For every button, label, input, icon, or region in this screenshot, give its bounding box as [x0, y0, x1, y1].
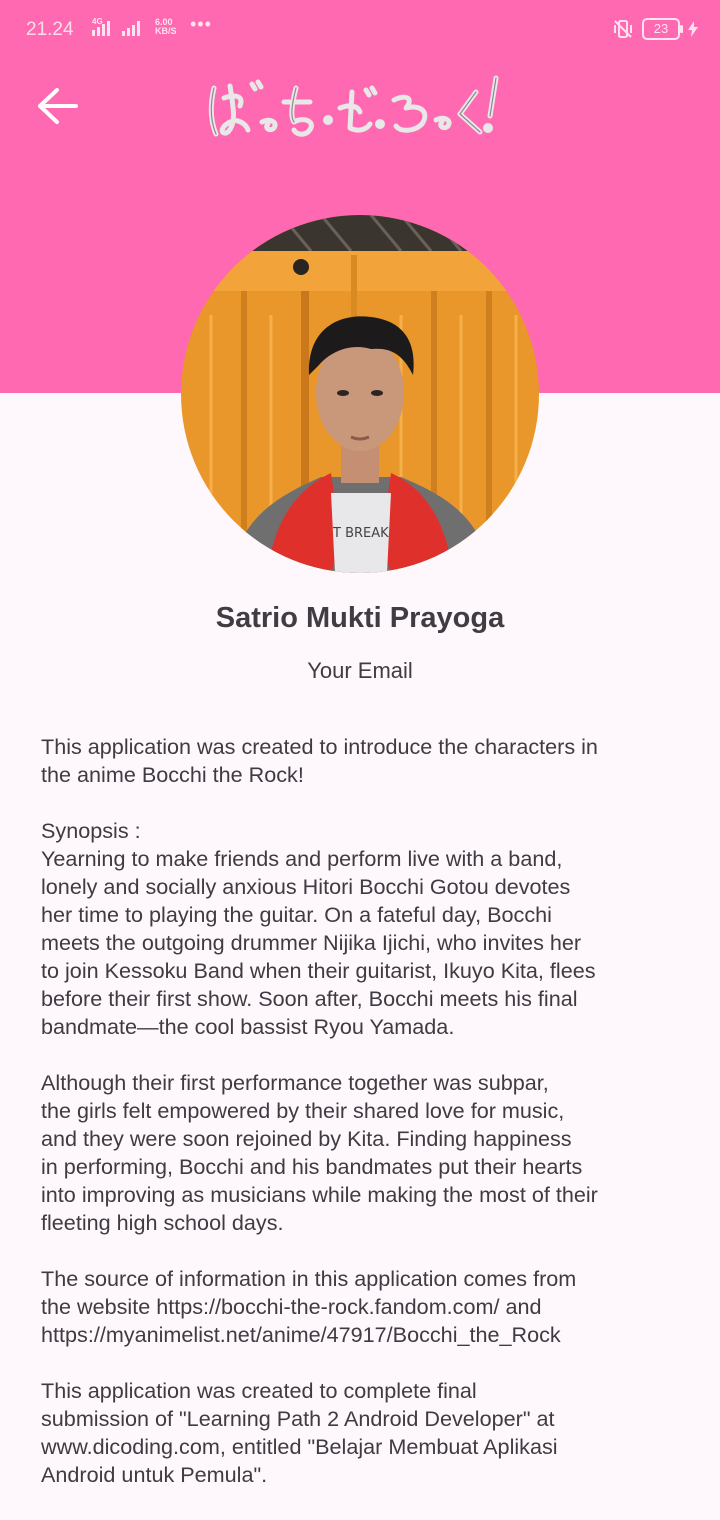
text-line: Android untuk Pemula". [41, 1462, 268, 1487]
profile-photo-image: T BREAK [181, 215, 539, 573]
network-speed: 6.00 KB/S [155, 18, 177, 36]
text-line: to join Kessoku Band when their guitaris… [41, 958, 596, 983]
text-line: This application was created to complete… [41, 1378, 477, 1403]
status-time: 21.24 [26, 19, 74, 40]
about-description: This application was created to introduc… [41, 733, 691, 1517]
synopsis-paragraph: Synopsis : Yearning to make friends and … [41, 817, 691, 1041]
text-line: https://myanimelist.net/anime/47917/Bocc… [41, 1322, 561, 1347]
network-speed-unit: KB/S [155, 26, 177, 36]
text-line: bandmate—the cool bassist Ryou Yamada. [41, 1014, 455, 1039]
text-line: before their first show. Soon after, Boc… [41, 986, 578, 1011]
text-line: her time to playing the guitar. On a fat… [41, 902, 552, 927]
text-line: fleeting high school days. [41, 1210, 284, 1235]
text-line: Although their first performance togethe… [41, 1070, 549, 1095]
profile-email: Your Email [307, 658, 413, 683]
arrow-left-icon [38, 88, 78, 124]
back-button[interactable] [30, 82, 84, 130]
text-line: into improving as musicians while making… [41, 1182, 598, 1207]
submission-paragraph: This application was created to complete… [41, 1377, 691, 1489]
text-line: and they were soon rejoined by Kita. Fin… [41, 1126, 572, 1151]
shirt-text: T BREAK [332, 526, 389, 541]
text-line: in performing, Bocchi and his bandmates … [41, 1154, 583, 1179]
signal-icon-2 [122, 20, 140, 36]
charging-icon [688, 21, 698, 37]
source-paragraph: The source of information in this applic… [41, 1265, 691, 1349]
text-line: www.dicoding.com, entitled "Belajar Memb… [41, 1434, 558, 1459]
text-line: meets the outgoing drummer Nijika Ijichi… [41, 930, 582, 955]
more-notifications-icon: ••• [190, 14, 212, 34]
battery-icon: 23 [642, 18, 683, 40]
logo-lettering [208, 75, 499, 137]
text-line: submission of "Learning Path 2 Android D… [41, 1406, 555, 1431]
profile-name: Satrio Mukti Prayoga [215, 602, 505, 634]
network-type: 4G [92, 17, 103, 26]
text-line: the website https://bocchi-the-rock.fand… [41, 1294, 542, 1319]
status-right: 23 [612, 18, 698, 40]
intro-paragraph: This application was created to introduc… [41, 733, 691, 789]
vibrate-icon [614, 20, 632, 38]
text-line: Yearning to make friends and perform liv… [41, 846, 563, 871]
text-line: the anime Bocchi the Rock! [41, 762, 304, 787]
text-line: This application was created to introduc… [41, 734, 598, 759]
status-bar: 21.24 4G 6.00 KB/S ••• 23 [0, 0, 720, 60]
app-logo [200, 70, 520, 150]
text-line: lonely and socially anxious Hitori Bocch… [41, 874, 571, 899]
synopsis-paragraph-2: Although their first performance togethe… [41, 1069, 691, 1237]
profile-photo: T BREAK [181, 215, 539, 573]
battery-level: 23 [653, 21, 669, 36]
text-line: The source of information in this applic… [41, 1266, 577, 1291]
text-line: the girls felt empowered by their shared… [41, 1098, 565, 1123]
synopsis-heading: Synopsis : [41, 818, 141, 843]
